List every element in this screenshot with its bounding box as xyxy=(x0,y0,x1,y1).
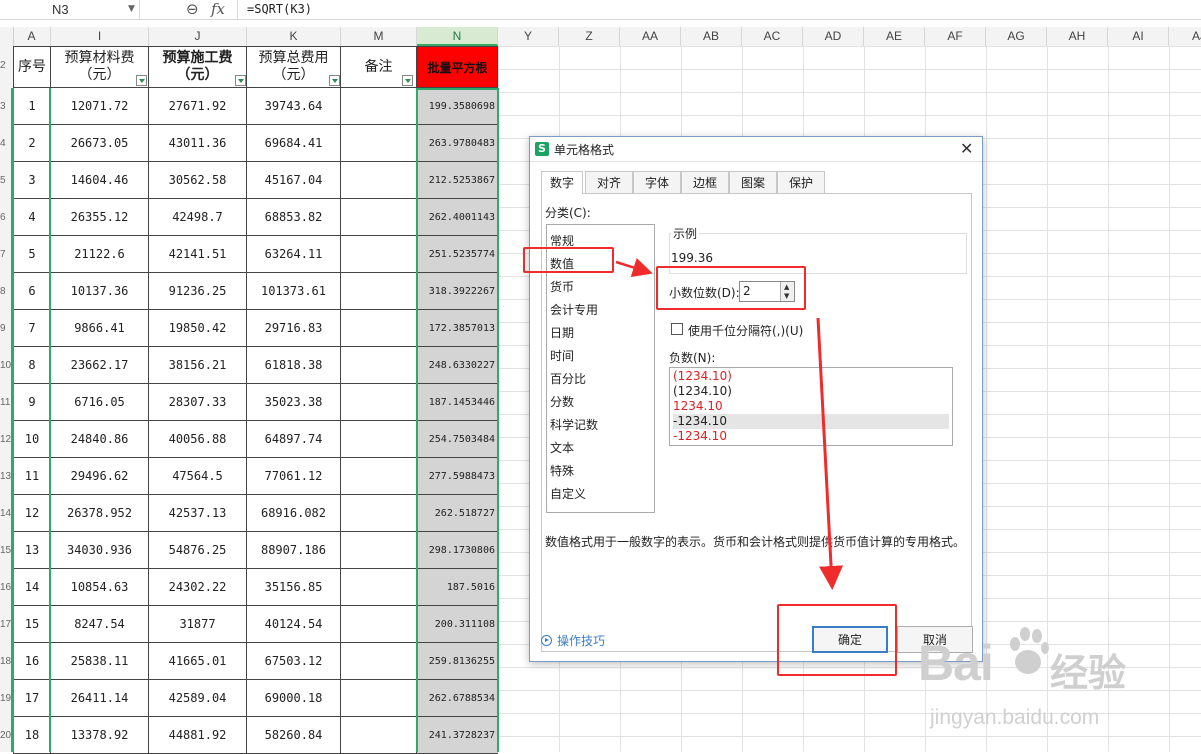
tab-number[interactable]: 数字 xyxy=(541,171,583,194)
annotation-arrow xyxy=(615,257,653,278)
baidu-jingyan-watermark: Bai 经验 jingyan.baidu.com xyxy=(918,614,1188,744)
watermark-brand: Bai xyxy=(918,635,994,691)
paw-icon xyxy=(1010,627,1049,674)
watermark-url: jingyan.baidu.com xyxy=(930,706,1100,729)
watermark-cn: 经验 xyxy=(1050,651,1127,695)
annotation-arrow xyxy=(816,317,844,590)
